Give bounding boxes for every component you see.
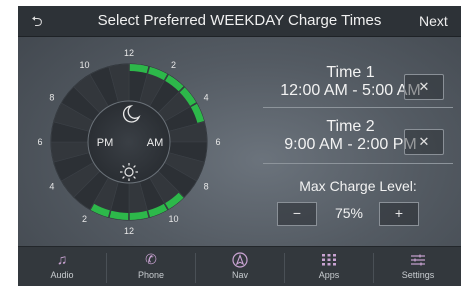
nav-settings-label: Settings <box>401 270 435 280</box>
nav-phone-label: Phone <box>137 270 165 280</box>
nav-audio[interactable]: ♫ Audio <box>18 247 106 286</box>
am-label: AM <box>147 137 164 149</box>
next-button[interactable]: Next <box>419 6 448 36</box>
bottom-nav-bar: ♫ Audio ✆ Phone Nav Apps Settings <box>18 246 461 286</box>
divider <box>263 107 453 108</box>
settings-sliders-icon <box>374 247 461 269</box>
pm-label: PM <box>97 137 114 149</box>
phone-icon: ✆ <box>145 251 157 267</box>
max-charge-label: Max Charge Level: <box>299 178 417 194</box>
music-note-icon: ♫ <box>56 251 68 267</box>
hour-tick-label: 12 <box>124 48 134 58</box>
close-icon: ✕ <box>418 79 430 94</box>
nav-apps[interactable]: Apps <box>285 247 373 286</box>
close-icon: ✕ <box>418 134 430 149</box>
hour-tick-label: 4 <box>204 93 209 103</box>
page-title: Select Preferred WEEKDAY Charge Times <box>97 12 382 29</box>
hour-tick-label: 10 <box>168 214 178 224</box>
decrease-charge-button[interactable]: − <box>277 202 317 226</box>
nav-audio-label: Audio <box>50 270 74 280</box>
nav-nav-label: Nav <box>231 270 248 280</box>
hour-tick-label: 2 <box>82 214 87 224</box>
hour-tick-label: 10 <box>79 60 89 70</box>
header-bar: ⮌ Select Preferred WEEKDAY Charge Times … <box>18 6 461 37</box>
nav-phone[interactable]: ✆ Phone <box>107 247 195 286</box>
screen: ⮌ Select Preferred WEEKDAY Charge Times … <box>18 6 461 286</box>
remove-time-1-button[interactable]: ✕ <box>404 74 444 100</box>
hour-tick-label: 8 <box>204 182 209 192</box>
charge-time-dial[interactable]: 12 2 4 6 8 10 12 2 4 6 8 10 PM AM <box>18 36 243 256</box>
hour-tick-label: 12 <box>124 226 134 236</box>
navigation-icon <box>196 247 284 269</box>
apps-grid-icon <box>285 247 373 269</box>
increase-charge-button[interactable]: + <box>379 202 419 226</box>
nav-nav[interactable]: Nav <box>196 247 284 286</box>
hour-tick-label: 6 <box>37 137 42 147</box>
remove-time-2-button[interactable]: ✕ <box>404 129 444 155</box>
nav-settings[interactable]: Settings <box>374 247 461 286</box>
hour-tick-label: 8 <box>49 93 54 103</box>
divider <box>263 163 453 164</box>
hour-tick-label: 6 <box>215 137 220 147</box>
hour-tick-label: 4 <box>49 182 54 192</box>
nav-apps-label: Apps <box>318 270 340 280</box>
max-charge-value: 75% <box>334 205 364 221</box>
hour-tick-label: 2 <box>171 60 176 70</box>
